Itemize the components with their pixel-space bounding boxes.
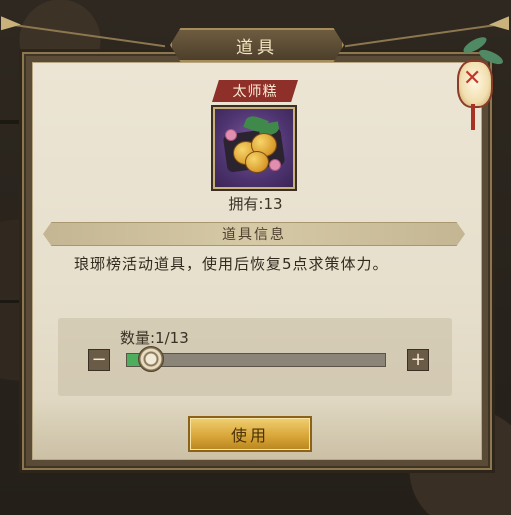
background-beam	[0, 300, 22, 303]
dialog-title: 道具	[236, 37, 278, 58]
owned-count: 拥有:13	[228, 195, 283, 213]
item-name: 太师糕	[232, 84, 278, 100]
item-info-title: 道具信息	[222, 227, 286, 243]
decrease-quantity-button[interactable]: −	[88, 349, 110, 371]
increase-quantity-button[interactable]: +	[407, 349, 429, 371]
background-beam	[0, 120, 22, 124]
use-button[interactable]: 使用	[188, 416, 312, 452]
item-name-tag: 太师糕	[212, 80, 298, 102]
close-icon[interactable]: ✕	[463, 66, 481, 91]
item-description: 琅琊榜活动道具，使用后恢复5点求策体力。	[74, 255, 389, 273]
quantity-label: 数量:1/13	[120, 329, 189, 347]
lantern-tassel	[471, 104, 475, 130]
quantity-slider-handle[interactable]	[138, 346, 164, 372]
quantity-slider[interactable]	[126, 346, 386, 372]
dialog-title-banner: 道具	[170, 28, 344, 62]
use-button-label: 使用	[230, 426, 269, 445]
item-icon-frame	[213, 107, 295, 189]
item-info-header: 道具信息	[43, 222, 465, 246]
